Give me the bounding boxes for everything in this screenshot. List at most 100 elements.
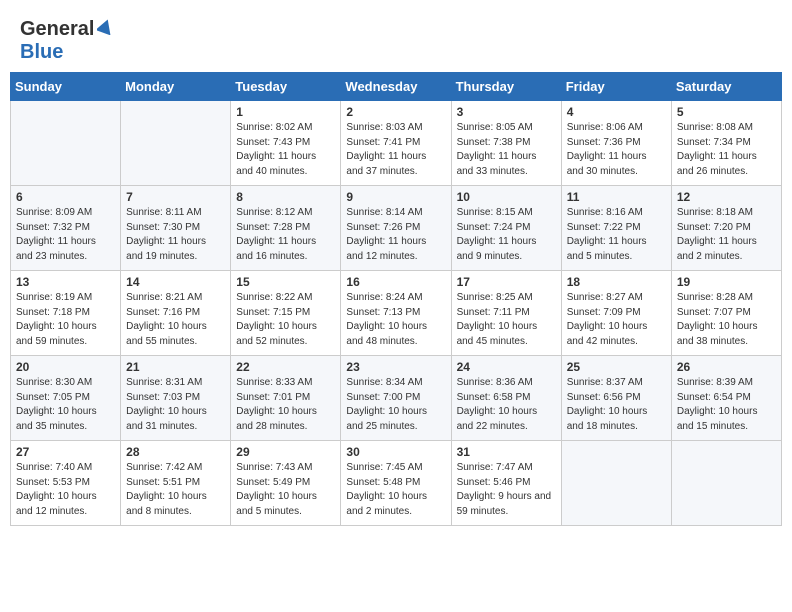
day-info: Sunrise: 8:39 AM Sunset: 6:54 PM Dayligh… [677,376,776,434]
header: General Blue [10,10,782,68]
day-number: 2 [346,105,445,119]
day-header-wednesday: Wednesday [341,73,451,101]
day-header-sunday: Sunday [11,73,121,101]
logo-general-text: General [20,18,94,41]
calendar-cell: 29Sunrise: 7:43 AM Sunset: 5:49 PM Dayli… [231,441,341,526]
calendar-cell [671,441,781,526]
calendar-cell: 21 Sunrise: 8:31 AM Sunset: 7:03 PM Dayli… [121,356,231,441]
day-number: 14 [126,275,225,289]
day-number: 31 [457,445,556,459]
day-info: Sunrise: 8:24 AM Sunset: 7:13 PM Dayligh… [346,291,445,349]
calendar-cell: 6Sunrise: 8:09 AM Sunset: 7:32 PM Daylig… [11,186,121,271]
day-info: Sunrise: 8:21 AM Sunset: 7:16 PM Dayligh… [126,291,225,349]
day-number: 27 [16,445,115,459]
calendar-cell: 18 Sunrise: 8:27 AM Sunset: 7:09 PM Dayli… [561,271,671,356]
day-number: 8 [236,190,335,204]
week-row-0: 1 Sunrise: 8:02 AM Sunset: 7:43 PM Daylig… [11,101,782,186]
calendar-cell: 8 Sunrise: 8:12 AM Sunset: 7:28 PM Daylig… [231,186,341,271]
day-info: Sunrise: 7:42 AM Sunset: 5:51 PM Dayligh… [126,461,225,519]
calendar-cell: 11 Sunrise: 8:16 AM Sunset: 7:22 PM Dayli… [561,186,671,271]
header-row: SundayMondayTuesdayWednesdayThursdayFrid… [11,73,782,101]
calendar-cell: 16 Sunrise: 8:24 AM Sunset: 7:13 PM Dayli… [341,271,451,356]
day-number: 21 [126,360,225,374]
calendar-cell: 5 Sunrise: 8:08 AM Sunset: 7:34 PM Daylig… [671,101,781,186]
calendar-cell: 19Sunrise: 8:28 AM Sunset: 7:07 PM Dayli… [671,271,781,356]
day-info: Sunrise: 8:15 AM Sunset: 7:24 PM Dayligh… [457,206,556,264]
day-number: 10 [457,190,556,204]
calendar-cell: 25 Sunrise: 8:37 AM Sunset: 6:56 PM Dayli… [561,356,671,441]
calendar-cell: 23 Sunrise: 8:34 AM Sunset: 7:00 PM Dayli… [341,356,451,441]
day-info: Sunrise: 8:16 AM Sunset: 7:22 PM Dayligh… [567,206,666,264]
day-number: 13 [16,275,115,289]
calendar-cell: 31Sunrise: 7:47 AM Sunset: 5:46 PM Dayli… [451,441,561,526]
day-number: 25 [567,360,666,374]
week-row-1: 6Sunrise: 8:09 AM Sunset: 7:32 PM Daylig… [11,186,782,271]
calendar-cell: 2 Sunrise: 8:03 AM Sunset: 7:41 PM Daylig… [341,101,451,186]
day-info: Sunrise: 8:09 AM Sunset: 7:32 PM Dayligh… [16,206,115,264]
day-number: 11 [567,190,666,204]
calendar-cell: 13 Sunrise: 8:19 AM Sunset: 7:18 PM Dayli… [11,271,121,356]
day-number: 7 [126,190,225,204]
calendar-cell: 10 Sunrise: 8:15 AM Sunset: 7:24 PM Dayli… [451,186,561,271]
day-number: 20 [16,360,115,374]
day-number: 17 [457,275,556,289]
calendar-cell: 27 Sunrise: 7:40 AM Sunset: 5:53 PM Dayli… [11,441,121,526]
calendar-cell: 3 Sunrise: 8:05 AM Sunset: 7:38 PM Daylig… [451,101,561,186]
day-number: 3 [457,105,556,119]
calendar-table: SundayMondayTuesdayWednesdayThursdayFrid… [10,72,782,526]
day-number: 15 [236,275,335,289]
day-info: Sunrise: 8:37 AM Sunset: 6:56 PM Dayligh… [567,376,666,434]
calendar-cell: 17 Sunrise: 8:25 AM Sunset: 7:11 PM Dayli… [451,271,561,356]
day-number: 18 [567,275,666,289]
logo-arrow-icon [97,19,113,40]
calendar-cell: 9Sunrise: 8:14 AM Sunset: 7:26 PM Daylig… [341,186,451,271]
day-info: Sunrise: 8:19 AM Sunset: 7:18 PM Dayligh… [16,291,115,349]
day-info: Sunrise: 8:05 AM Sunset: 7:38 PM Dayligh… [457,121,556,179]
calendar-cell: 24 Sunrise: 8:36 AM Sunset: 6:58 PM Dayli… [451,356,561,441]
day-info: Sunrise: 8:27 AM Sunset: 7:09 PM Dayligh… [567,291,666,349]
day-number: 19 [677,275,776,289]
day-header-friday: Friday [561,73,671,101]
day-info: Sunrise: 8:08 AM Sunset: 7:34 PM Dayligh… [677,121,776,179]
day-info: Sunrise: 8:31 AM Sunset: 7:03 PM Dayligh… [126,376,225,434]
calendar-cell [11,101,121,186]
week-row-3: 20Sunrise: 8:30 AM Sunset: 7:05 PM Dayli… [11,356,782,441]
day-number: 23 [346,360,445,374]
day-info: Sunrise: 8:34 AM Sunset: 7:00 PM Dayligh… [346,376,445,434]
calendar-cell: 28 Sunrise: 7:42 AM Sunset: 5:51 PM Dayli… [121,441,231,526]
day-number: 24 [457,360,556,374]
day-info: Sunrise: 8:25 AM Sunset: 7:11 PM Dayligh… [457,291,556,349]
day-info: Sunrise: 8:12 AM Sunset: 7:28 PM Dayligh… [236,206,335,264]
calendar-cell: 7 Sunrise: 8:11 AM Sunset: 7:30 PM Daylig… [121,186,231,271]
day-number: 1 [236,105,335,119]
day-header-saturday: Saturday [671,73,781,101]
calendar-cell: 12 Sunrise: 8:18 AM Sunset: 7:20 PM Dayli… [671,186,781,271]
day-info: Sunrise: 8:06 AM Sunset: 7:36 PM Dayligh… [567,121,666,179]
day-header-thursday: Thursday [451,73,561,101]
day-info: Sunrise: 8:11 AM Sunset: 7:30 PM Dayligh… [126,206,225,264]
calendar-cell: 26 Sunrise: 8:39 AM Sunset: 6:54 PM Dayli… [671,356,781,441]
day-number: 29 [236,445,335,459]
day-info: Sunrise: 8:18 AM Sunset: 7:20 PM Dayligh… [677,206,776,264]
day-info: Sunrise: 8:36 AM Sunset: 6:58 PM Dayligh… [457,376,556,434]
day-number: 26 [677,360,776,374]
day-number: 30 [346,445,445,459]
day-number: 5 [677,105,776,119]
calendar-cell: 20Sunrise: 8:30 AM Sunset: 7:05 PM Dayli… [11,356,121,441]
day-number: 12 [677,190,776,204]
calendar-cell: 22Sunrise: 8:33 AM Sunset: 7:01 PM Dayli… [231,356,341,441]
day-number: 16 [346,275,445,289]
calendar-cell: 1 Sunrise: 8:02 AM Sunset: 7:43 PM Daylig… [231,101,341,186]
day-info: Sunrise: 8:03 AM Sunset: 7:41 PM Dayligh… [346,121,445,179]
calendar-cell [121,101,231,186]
calendar-cell: 30Sunrise: 7:45 AM Sunset: 5:48 PM Dayli… [341,441,451,526]
day-info: Sunrise: 8:14 AM Sunset: 7:26 PM Dayligh… [346,206,445,264]
day-number: 4 [567,105,666,119]
day-info: Sunrise: 7:40 AM Sunset: 5:53 PM Dayligh… [16,461,115,519]
calendar-cell: 15Sunrise: 8:22 AM Sunset: 7:15 PM Dayli… [231,271,341,356]
week-row-4: 27 Sunrise: 7:40 AM Sunset: 5:53 PM Dayli… [11,441,782,526]
day-number: 28 [126,445,225,459]
day-info: Sunrise: 8:02 AM Sunset: 7:43 PM Dayligh… [236,121,335,179]
logo: General Blue [20,18,113,64]
calendar-cell [561,441,671,526]
